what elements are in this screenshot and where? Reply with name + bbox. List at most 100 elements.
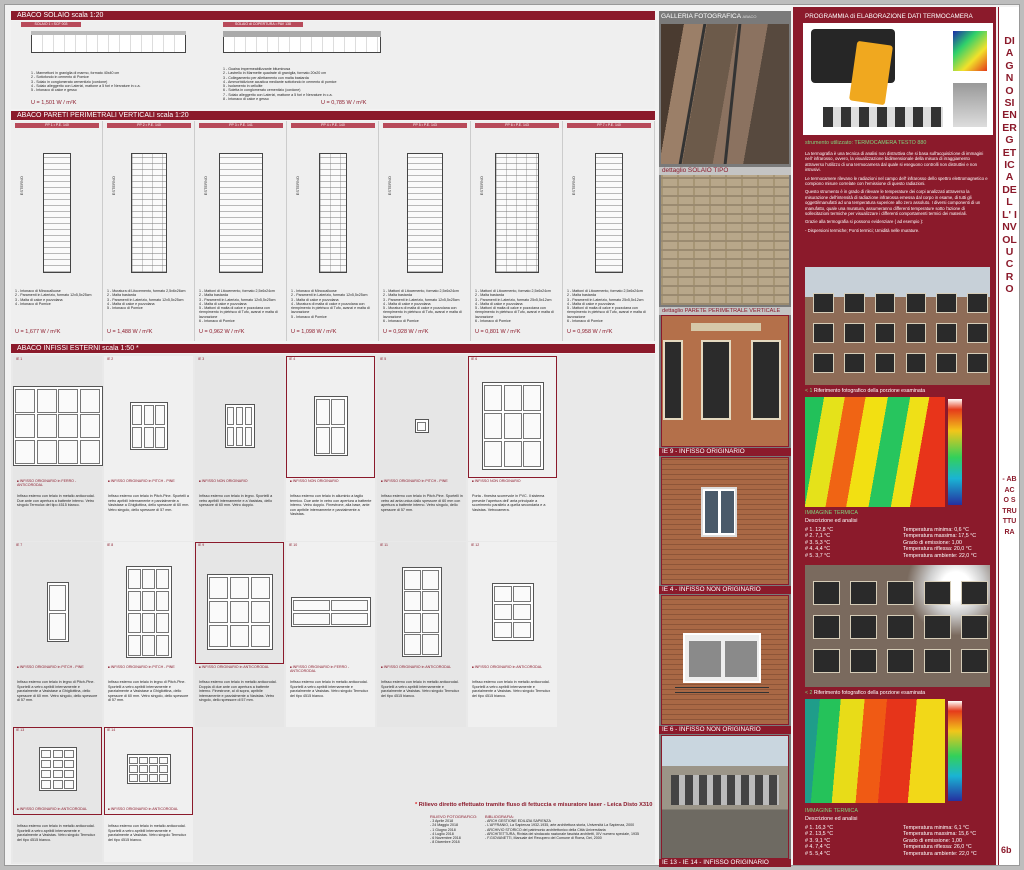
infisso-description: Infisso esterno con telaio in metallo an…: [17, 494, 95, 508]
solaio-title: ABACO SOLAIO scala 1:20: [17, 12, 104, 19]
label-ie4: IE 4 - INFISSO NON ORIGINARIO: [659, 586, 791, 594]
window-pane: [156, 612, 169, 634]
window-pane: [15, 414, 36, 438]
window-pane: [235, 426, 244, 446]
temp-stat: Temperatura massima: 15,6 °C: [903, 831, 977, 838]
galleria-title-suffix: ABACO: [742, 14, 757, 19]
thermal-image-2: [805, 699, 945, 803]
parete-layer-line: 5 - Mattoni di malta di calce e pozzolan…: [567, 306, 646, 319]
infisso-highlight: [104, 727, 193, 815]
parete-layer-line: 5 - Intonaco di Pomice: [291, 314, 327, 319]
window-pane: [227, 426, 235, 446]
window-pane: [227, 406, 235, 426]
building-window: [961, 581, 988, 605]
parete-layer-line: 4 - Muratura di malta di calce e pozzola…: [291, 301, 370, 315]
parete-layer-line: 6 - Intonaco di Pomice: [383, 319, 419, 324]
wall-side-label: ESTERNO: [19, 176, 24, 196]
spine-title: DIAGNOSI ENERGETICA DELL' INVOLUCRO: [1002, 35, 1017, 296]
thermal-scale-2: [948, 701, 962, 801]
window-pane: [132, 404, 142, 426]
temp-stat: Temperatura massima: 17,5 °C: [903, 533, 977, 540]
temp-point: # 4. 4,4 °C: [805, 546, 831, 553]
solaio-b-layers: 1 - Guaina impermeabilizzante bituminosa…: [223, 67, 423, 101]
infisso-cell: IE 2 INFISSO ORIGINARIO in PITCH - PINE In…: [104, 356, 193, 541]
building-window: [905, 323, 927, 343]
temp-stat: Temperatura ambiente: 22,0 °C: [903, 552, 977, 559]
wall-section: [407, 153, 443, 273]
temp-points-1: # 1. 12,8 °C # 2. 7,1 °C # 3. 5,3 °C # 4. 4…: [805, 527, 833, 559]
infissi-panel: IE 1 INFISSO ORIGINARIO in FERRO - ANTICO…: [11, 354, 655, 864]
window-pane: [331, 599, 368, 612]
parete-u-value: U = 0,958 W / m²K: [567, 329, 613, 335]
parete-layers: 1 - Muratura di Litocemento, formato 2,5…: [107, 289, 193, 310]
label-ie13-14: IE 13 - IE 14 - INFISSO ORIGINARIO: [659, 859, 791, 867]
photo-ie9-frame: [661, 457, 789, 585]
pareti-header: ABACO PARETI PERIMETRALI VERTICALI scala…: [11, 111, 655, 120]
window-pane: [494, 621, 512, 639]
photo-solaio: [661, 175, 789, 305]
window-pane: [49, 612, 66, 640]
infisso-caption: INFISSO ORIGINARIO in ANTICORODAL: [381, 665, 465, 669]
building-window: [850, 649, 877, 673]
termo-paragraph: Questo strumento è in grado di rilevare …: [805, 189, 981, 217]
parete-layers: 1 - Mattoni di Litocemento, formato 2,5x…: [475, 289, 561, 323]
parete-head: PP 7 • P.E. 140: [567, 123, 651, 128]
window-pane: [143, 404, 154, 426]
asterisk-mark: *: [136, 345, 139, 352]
wall-section: [43, 153, 71, 273]
wall-section: [219, 153, 263, 273]
window-pane: [513, 603, 531, 621]
photo-ie13-frame: [661, 735, 789, 859]
fotografico-list: - 3 Aprile 2018- 24 Maggio 2018- 1 Giugn…: [430, 819, 477, 845]
infisso-caption: INFISSO NON ORIGINARIO: [472, 479, 556, 483]
biblio-entry: - L'AFFRANIO, La Sapienza 1932-1935, art…: [485, 823, 635, 828]
window-pane: [422, 591, 439, 612]
parete-layers: 1 - Mattoni di Litocemento, formato 2,5x…: [383, 289, 469, 323]
window-pane: [36, 388, 57, 413]
window-drawing: [129, 402, 168, 450]
termo-ref-photo-2: [805, 565, 990, 687]
temp-point: # 4. 7,4 °C: [805, 844, 831, 851]
infisso-code: IE 3: [198, 357, 205, 361]
parete-column: PP 7 • P.E. 140 ESTERNO 1 - Mattoni di Lit…: [563, 121, 655, 341]
window-pane: [404, 612, 421, 633]
ref-marker: < 1: [805, 388, 814, 394]
building-window: [874, 353, 896, 373]
infisso-description: Infisso esterno con telaio in legno di P…: [17, 680, 98, 703]
drawing-sheet: ABACO SOLAIO scala 1:20 SOLAIO 1 • SCF 0…: [4, 4, 1020, 867]
parete-layers: 1 - Intonaco di Mircocalluose 2 - Paramen…: [291, 289, 377, 319]
rilievo-text: Rilievo diretto effettuato tramite fluso…: [418, 802, 653, 808]
pareti-title: ABACO PARETI PERIMETRALI VERTICALI scala…: [17, 112, 189, 119]
solaio-b-head: SOLAIO di COPERTURA • PAV 138: [223, 22, 303, 27]
parete-column: PP 1 • P.E. 140 ESTERNO 1 - Intonaco di Mi…: [11, 121, 103, 341]
infisso-cell: IE 3 INFISSO NON ORIGINARIO Infisso estern…: [195, 356, 284, 541]
infisso-caption: INFISSO NON ORIGINARIO: [290, 479, 374, 483]
parete-u-value: U = 0,928 W / m²K: [383, 329, 429, 335]
biblio-entry: - F.GIOVANETTI, Manuale del Recupero del…: [485, 836, 602, 841]
galleria-title-text: GALLERIA FOTOGRAFICA: [661, 13, 741, 20]
temp-stats-2: Temperatura minima: 6,1 °C Temperatura ma…: [903, 825, 977, 857]
window-pane: [58, 439, 79, 464]
infisso-cell: IE 14INFISSO ORIGINARIO in ANTICORODALIn…: [104, 727, 193, 862]
window-pane: [293, 612, 330, 625]
building-window: [967, 353, 988, 373]
building-window: [924, 581, 951, 605]
infisso-caption: INFISSO ORIGINARIO in PITCH - PINE: [108, 665, 192, 669]
window-pane: [155, 404, 165, 426]
window-pane: [235, 406, 244, 426]
building-window: [887, 649, 914, 673]
bibliografia: BIBLIOGRAFIA: - ARCH GESTIONE EDILIZIA S…: [485, 814, 655, 840]
parete-head: PP 6 • P.E. 143: [475, 123, 559, 128]
window-pane: [143, 426, 154, 448]
pareti-panel: PP 1 • P.E. 140 ESTERNO 1 - Intonaco di Mi…: [11, 121, 655, 341]
fotografico-date: - 8 Dicembre 2018: [430, 840, 460, 845]
wall-section: [495, 153, 539, 273]
window-drawing: [414, 419, 429, 433]
parete-layer-line: 4 - Intonaco di Pomice: [15, 301, 51, 306]
rilievo-note: * Rilievo diretto effettuato tramite flu…: [415, 802, 652, 808]
infisso-cell: IE 12 INFISSO ORIGINARIO in ANTICORODAL In…: [468, 542, 557, 727]
building-window: [813, 353, 834, 373]
building-window: [813, 581, 840, 605]
termo-strumento: strumento utilizzato: TERMOCAMERA TESTO …: [805, 140, 927, 146]
window-pane: [513, 585, 531, 603]
